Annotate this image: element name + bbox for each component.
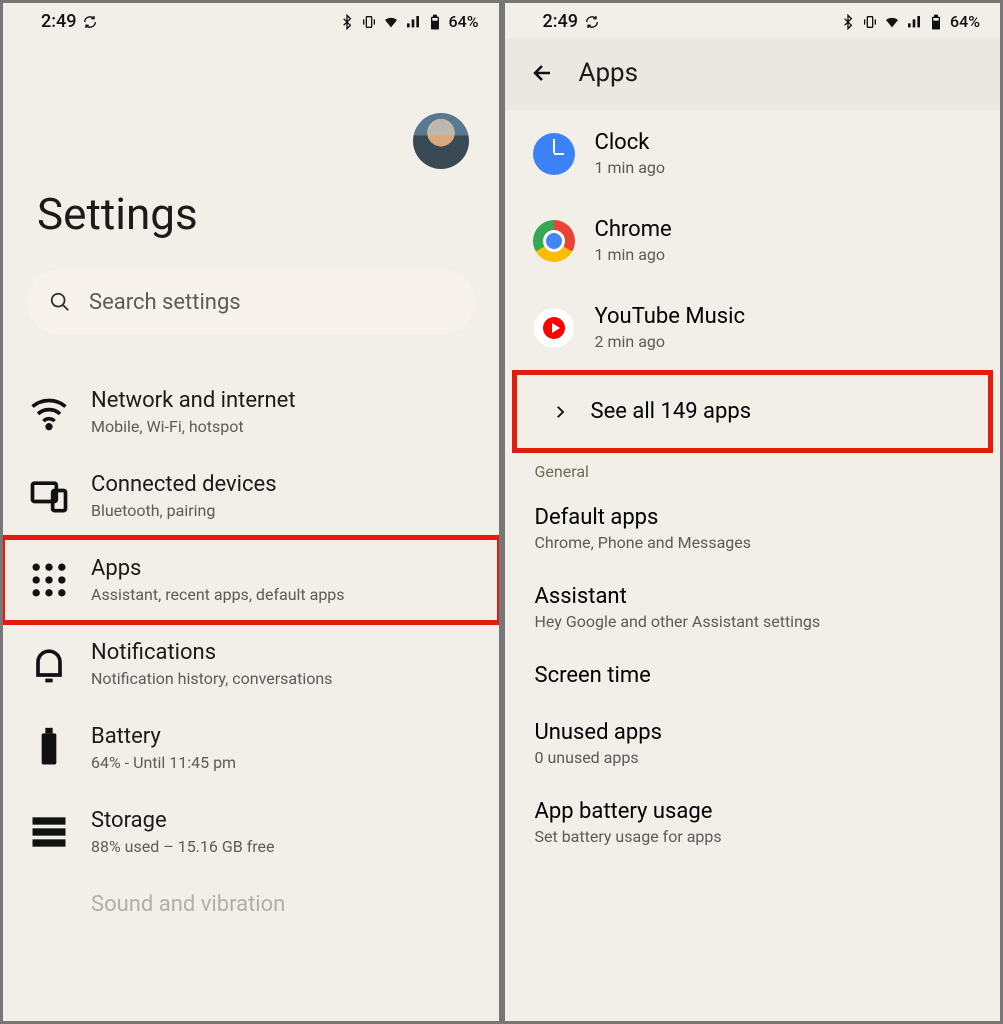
item-label: Notifications	[91, 640, 475, 665]
item-sub: 64% - Until 11:45 pm	[91, 753, 475, 772]
signal-icon	[405, 14, 421, 30]
battery-icon	[928, 14, 944, 30]
wifi-icon	[27, 390, 71, 434]
option-sub: Chrome, Phone and Messages	[535, 533, 977, 552]
header-title: Apps	[579, 58, 639, 88]
item-label: Battery	[91, 724, 475, 749]
battery-icon	[27, 726, 71, 770]
option-sub: Set battery usage for apps	[535, 827, 977, 846]
option-label: App battery usage	[535, 799, 977, 824]
app-header: Apps	[505, 38, 1001, 110]
status-bar: 2:49 64%	[3, 3, 499, 38]
app-label: Chrome	[595, 217, 672, 242]
app-sub: 1 min ago	[595, 158, 666, 177]
devices-icon	[27, 474, 71, 518]
wifi-icon	[884, 14, 900, 30]
settings-item-connected[interactable]: Connected devices Bluetooth, pairing	[3, 454, 499, 538]
sync-icon	[584, 14, 600, 30]
item-label: Storage	[91, 808, 475, 833]
app-label: Clock	[595, 130, 666, 155]
item-sub: Assistant, recent apps, default apps	[91, 585, 475, 604]
clock-app-icon	[533, 133, 575, 175]
option-label: Default apps	[535, 505, 977, 530]
bluetooth-icon	[339, 14, 355, 30]
item-label: Network and internet	[91, 388, 475, 413]
option-sub: 0 unused apps	[535, 748, 977, 767]
app-label: YouTube Music	[595, 304, 745, 329]
item-label: Connected devices	[91, 472, 475, 497]
settings-item-storage[interactable]: Storage 88% used – 15.16 GB free	[3, 790, 499, 874]
app-sub: 1 min ago	[595, 245, 672, 264]
profile-avatar[interactable]	[413, 113, 469, 169]
option-label: Unused apps	[535, 720, 977, 745]
recent-app-clock[interactable]: Clock 1 min ago	[505, 110, 1001, 197]
apps-grid-icon	[27, 558, 71, 602]
section-header-general: General	[505, 452, 1001, 489]
item-label: Apps	[91, 556, 475, 581]
status-battery: 64%	[950, 12, 980, 31]
settings-item-network[interactable]: Network and internet Mobile, Wi-Fi, hots…	[3, 370, 499, 454]
option-default-apps[interactable]: Default apps Chrome, Phone and Messages	[505, 489, 1001, 568]
wifi-icon	[383, 14, 399, 30]
search-input[interactable]: Search settings	[27, 270, 475, 334]
status-time: 2:49	[41, 11, 76, 32]
settings-item-sound[interactable]: Sound and vibration	[3, 874, 499, 935]
search-placeholder: Search settings	[89, 290, 241, 315]
item-sub: Notification history, conversations	[91, 669, 475, 688]
youtube-music-app-icon	[533, 307, 575, 349]
search-icon	[49, 291, 71, 313]
item-sub: Bluetooth, pairing	[91, 501, 475, 520]
signal-icon	[906, 14, 922, 30]
option-assistant[interactable]: Assistant Hey Google and other Assistant…	[505, 568, 1001, 647]
app-sub: 2 min ago	[595, 332, 745, 351]
chrome-app-icon	[533, 220, 575, 262]
see-all-apps-button[interactable]: See all 149 apps	[515, 373, 991, 450]
battery-icon	[427, 14, 443, 30]
settings-screen: 2:49 64% Settings Search settings Ne	[0, 0, 502, 1024]
option-screen-time[interactable]: Screen time	[505, 647, 1001, 704]
status-bar: 2:49 64%	[505, 3, 1001, 38]
bluetooth-icon	[840, 14, 856, 30]
recent-app-youtube-music[interactable]: YouTube Music 2 min ago	[505, 284, 1001, 371]
item-sub: 88% used – 15.16 GB free	[91, 837, 475, 856]
status-time: 2:49	[543, 11, 578, 32]
back-arrow-icon[interactable]	[531, 61, 555, 85]
settings-item-battery[interactable]: Battery 64% - Until 11:45 pm	[3, 706, 499, 790]
chevron-right-icon	[551, 403, 569, 421]
settings-item-notifications[interactable]: Notifications Notification history, conv…	[3, 622, 499, 706]
apps-screen: 2:49 64% Apps Clock 1 min ago	[502, 0, 1003, 1024]
option-sub: Hey Google and other Assistant settings	[535, 612, 977, 631]
storage-icon	[27, 810, 71, 854]
option-unused-apps[interactable]: Unused apps 0 unused apps	[505, 704, 1001, 783]
see-all-label: See all 149 apps	[591, 399, 752, 424]
sync-icon	[82, 14, 98, 30]
item-label: Sound and vibration	[91, 892, 475, 917]
recent-app-chrome[interactable]: Chrome 1 min ago	[505, 197, 1001, 284]
option-label: Screen time	[535, 663, 977, 688]
vibrate-icon	[361, 14, 377, 30]
bell-icon	[27, 642, 71, 686]
option-label: Assistant	[535, 584, 977, 609]
status-battery: 64%	[449, 12, 479, 31]
vibrate-icon	[862, 14, 878, 30]
settings-item-apps[interactable]: Apps Assistant, recent apps, default app…	[3, 538, 499, 622]
item-sub: Mobile, Wi-Fi, hotspot	[91, 417, 475, 436]
option-battery-usage[interactable]: App battery usage Set battery usage for …	[505, 783, 1001, 862]
